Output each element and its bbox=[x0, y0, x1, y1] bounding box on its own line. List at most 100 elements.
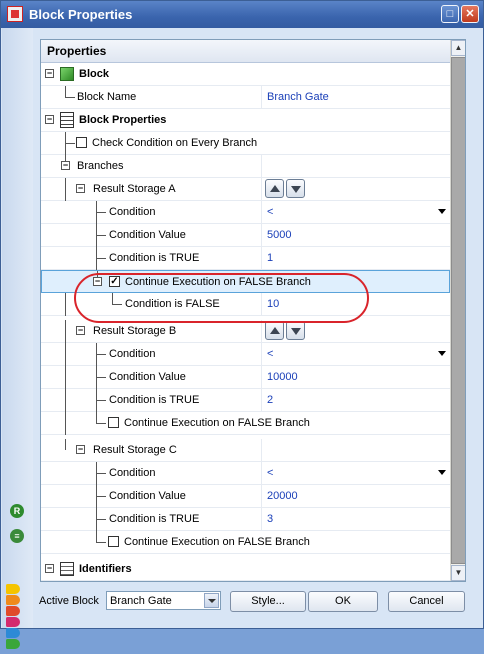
continue-execution-checkbox[interactable] bbox=[108, 536, 119, 547]
row-block-name[interactable]: Block Name Branch Gate bbox=[41, 86, 450, 109]
condition-value-field[interactable]: 5000 bbox=[267, 229, 291, 241]
row-result-storage-b[interactable]: − Result Storage B bbox=[41, 320, 450, 343]
tree-line bbox=[65, 178, 66, 201]
scroll-thumb[interactable] bbox=[451, 57, 465, 564]
tree-line bbox=[96, 473, 106, 474]
row-condition[interactable]: Condition < bbox=[41, 201, 450, 224]
move-down-button[interactable] bbox=[286, 179, 305, 198]
row-condition-true[interactable]: Condition is TRUE 3 bbox=[41, 508, 450, 531]
row-condition-true[interactable]: Condition is TRUE 2 bbox=[41, 389, 450, 412]
storage-label: Result Storage B bbox=[93, 325, 177, 337]
style-button[interactable]: Style... bbox=[230, 591, 306, 612]
condition-label: Condition bbox=[109, 206, 156, 218]
column-divider bbox=[261, 439, 262, 462]
dropdown-arrow-icon[interactable] bbox=[438, 351, 446, 356]
condition-value-field[interactable]: 10000 bbox=[267, 371, 298, 383]
collapse-icon[interactable]: − bbox=[76, 184, 85, 193]
title-bar[interactable]: Block Properties □ ✕ bbox=[1, 1, 483, 28]
window-title: Block Properties bbox=[29, 7, 133, 22]
left-sidebar: R ≡ bbox=[2, 28, 33, 649]
move-up-button[interactable] bbox=[265, 321, 284, 340]
column-divider bbox=[261, 366, 262, 389]
maximize-button[interactable]: □ bbox=[441, 5, 459, 23]
condition-true-field[interactable]: 3 bbox=[267, 513, 273, 525]
collapse-icon[interactable]: − bbox=[76, 326, 85, 335]
column-divider bbox=[261, 485, 262, 508]
close-button[interactable]: ✕ bbox=[461, 5, 479, 23]
section-label: Identifiers bbox=[79, 563, 132, 575]
row-condition-value[interactable]: Condition Value 5000 bbox=[41, 224, 450, 247]
dropdown-arrow-icon[interactable] bbox=[204, 593, 219, 608]
collapse-icon[interactable]: − bbox=[45, 69, 54, 78]
footer-bar: Active Block Branch Gate Style... OK Can… bbox=[1, 587, 483, 628]
column-divider bbox=[261, 508, 262, 531]
tree-line bbox=[65, 439, 66, 450]
block-properties-window: Block Properties □ ✕ R ≡ Properties − Bl… bbox=[0, 0, 484, 649]
condition-value-select[interactable]: < bbox=[267, 467, 273, 479]
condition-value-label: Condition Value bbox=[109, 371, 186, 383]
collapse-icon[interactable]: − bbox=[45, 115, 54, 124]
column-divider bbox=[261, 320, 262, 343]
vertical-scrollbar[interactable]: ▲ ▼ bbox=[450, 40, 465, 581]
condition-value-select[interactable]: < bbox=[267, 348, 273, 360]
condition-true-field[interactable]: 1 bbox=[267, 252, 273, 264]
identifiers-icon bbox=[60, 562, 74, 576]
condition-value-field[interactable]: 20000 bbox=[267, 490, 298, 502]
section-identifiers[interactable]: − Identifiers bbox=[41, 558, 450, 581]
dropdown-arrow-icon[interactable] bbox=[438, 209, 446, 214]
scroll-up-icon[interactable]: ▲ bbox=[451, 40, 465, 56]
cancel-button[interactable]: Cancel bbox=[388, 591, 465, 612]
tree-line bbox=[65, 320, 66, 343]
column-divider bbox=[261, 462, 262, 485]
condition-true-label: Condition is TRUE bbox=[109, 513, 200, 525]
column-divider bbox=[261, 224, 262, 247]
branches-label: Branches bbox=[77, 160, 124, 172]
row-continue-execution-c[interactable]: Continue Execution on FALSE Branch bbox=[41, 531, 450, 554]
tree-line bbox=[96, 400, 106, 401]
tree-line bbox=[96, 519, 106, 520]
tree-line bbox=[65, 143, 75, 144]
properties-header: Properties bbox=[41, 40, 450, 63]
collapse-icon[interactable]: − bbox=[76, 445, 85, 454]
ok-button[interactable]: OK bbox=[308, 591, 378, 612]
check-condition-checkbox[interactable] bbox=[76, 137, 87, 148]
tree-line bbox=[96, 496, 106, 497]
condition-true-field[interactable]: 2 bbox=[267, 394, 273, 406]
row-condition[interactable]: Condition < bbox=[41, 343, 450, 366]
row-branches[interactable]: − Branches bbox=[41, 155, 450, 178]
move-up-button[interactable] bbox=[265, 179, 284, 198]
row-condition-value[interactable]: Condition Value 20000 bbox=[41, 485, 450, 508]
block-cube-icon bbox=[60, 67, 74, 81]
column-divider bbox=[261, 155, 262, 178]
section-block[interactable]: − Block bbox=[41, 63, 450, 86]
continue-execution-checkbox[interactable] bbox=[108, 417, 119, 428]
row-check-condition[interactable]: Check Condition on Every Branch bbox=[41, 132, 450, 155]
row-condition-value[interactable]: Condition Value 10000 bbox=[41, 366, 450, 389]
tree-line bbox=[65, 97, 75, 98]
block-name-value[interactable]: Branch Gate bbox=[267, 91, 329, 103]
row-continue-execution-b[interactable]: Continue Execution on FALSE Branch bbox=[41, 412, 450, 435]
section-block-properties[interactable]: − Block Properties bbox=[41, 109, 450, 132]
tree-line bbox=[96, 212, 106, 213]
scroll-down-icon[interactable]: ▼ bbox=[451, 565, 465, 581]
condition-value-select[interactable]: < bbox=[267, 206, 273, 218]
active-block-dropdown[interactable]: Branch Gate bbox=[106, 591, 221, 610]
dropdown-arrow-icon[interactable] bbox=[438, 470, 446, 475]
row-condition[interactable]: Condition < bbox=[41, 462, 450, 485]
storage-label: Result Storage A bbox=[93, 183, 176, 195]
list-icon[interactable]: ≡ bbox=[10, 529, 24, 543]
row-result-storage-c[interactable]: − Result Storage C bbox=[41, 439, 450, 462]
row-result-storage-a[interactable]: − Result Storage A bbox=[41, 178, 450, 201]
tree-line bbox=[96, 412, 97, 423]
block-name-label: Block Name bbox=[77, 91, 137, 103]
move-down-button[interactable] bbox=[286, 321, 305, 340]
collapse-icon[interactable]: − bbox=[45, 564, 54, 573]
column-divider bbox=[261, 201, 262, 224]
row-condition-true[interactable]: Condition is TRUE 1 bbox=[41, 247, 450, 270]
block-properties-icon bbox=[60, 112, 74, 128]
tree-line bbox=[96, 235, 106, 236]
r-icon[interactable]: R bbox=[10, 504, 24, 518]
app-icon bbox=[7, 6, 23, 22]
collapse-icon[interactable]: − bbox=[61, 161, 70, 170]
tree-line bbox=[96, 542, 106, 543]
